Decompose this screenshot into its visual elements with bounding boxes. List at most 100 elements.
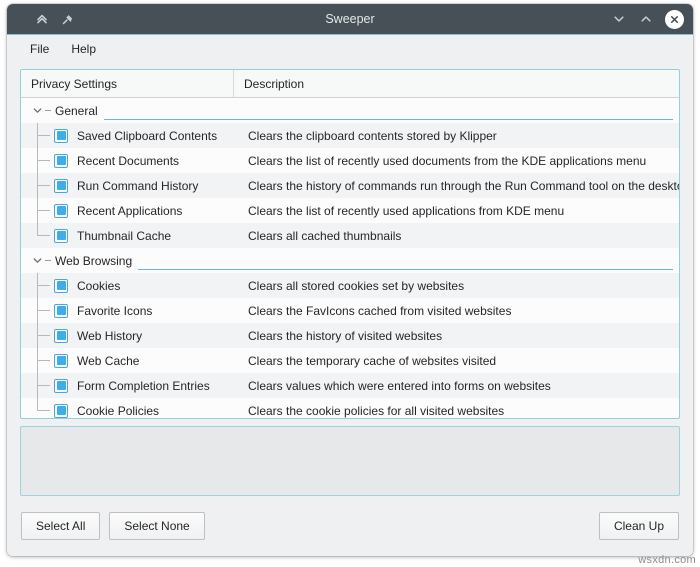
select-all-button[interactable]: Select All [21,512,100,540]
tree-item-row[interactable]: Thumbnail CacheClears all cached thumbna… [21,223,679,248]
tree-indent [21,373,52,398]
item-label: Recent Applications [77,204,247,218]
keep-above-icon[interactable] [34,12,49,27]
menu-help[interactable]: Help [62,39,105,59]
checkbox-check-mark [57,131,66,140]
item-label: Run Command History [77,179,247,193]
tree-group-row[interactable]: Web Browsing [21,248,679,273]
item-description: Clears the FavIcons cached from visited … [247,304,679,318]
tree-item-row[interactable]: Recent ApplicationsClears the list of re… [21,198,679,223]
item-checkbox[interactable] [54,204,68,218]
tree-group-label: Web Browsing [55,254,132,268]
checkbox-check-mark [57,306,66,315]
tree-indent [21,198,52,223]
watermark: wsxdn.com [638,554,696,566]
item-label: Recent Documents [77,154,247,168]
tree-indent [21,298,52,323]
item-checkbox[interactable] [54,354,68,368]
item-label: Cookie Policies [77,404,247,418]
tree-rows: GeneralSaved Clipboard ContentsClears th… [21,98,679,418]
tree-group-row[interactable]: General [21,98,679,123]
item-description: Clears the clipboard contents stored by … [247,129,679,143]
tree-indent [21,398,52,418]
checkbox-check-mark [57,181,66,190]
sweeper-window: Sweeper File Help [7,4,693,556]
titlebar-window-controls [611,4,684,34]
item-checkbox[interactable] [54,404,68,418]
item-checkbox[interactable] [54,279,68,293]
item-label: Web Cache [77,354,247,368]
tree-group-underline [138,269,673,270]
checkbox-check-mark [57,331,66,340]
item-label: Favorite Icons [77,304,247,318]
item-checkbox[interactable] [54,229,68,243]
button-bar: Select All Select None Clean Up [20,496,680,556]
tree-indent [21,348,52,373]
chevron-down-icon[interactable] [30,254,44,268]
item-description: Clears values which were entered into fo… [247,379,679,393]
tree-indent [21,273,52,298]
menu-bar: File Help [7,35,693,62]
clean-up-button[interactable]: Clean Up [599,512,679,540]
tree-header-row: Privacy Settings Description [21,70,679,98]
checkbox-check-mark [57,206,66,215]
menu-file[interactable]: File [21,39,58,59]
minimize-icon[interactable] [611,12,626,27]
tree-item-row[interactable]: Run Command HistoryClears the history of… [21,173,679,198]
item-description: Clears all cached thumbnails [247,229,679,243]
item-label: Form Completion Entries [77,379,247,393]
item-checkbox[interactable] [54,154,68,168]
window-title: Sweeper [7,4,693,34]
chevron-down-icon[interactable] [30,104,44,118]
checkbox-check-mark [57,381,66,390]
tree-item-row[interactable]: Form Completion EntriesClears values whi… [21,373,679,398]
item-description: Clears the history of commands run throu… [247,179,679,193]
item-checkbox[interactable] [54,304,68,318]
item-description: Clears the history of visited websites [247,329,679,343]
select-none-button[interactable]: Select None [109,512,204,540]
item-description: Clears the temporary cache of websites v… [247,354,679,368]
tree-connector [45,260,51,261]
column-header-description[interactable]: Description [234,70,679,97]
checkbox-check-mark [57,231,66,240]
checkbox-check-mark [57,356,66,365]
tree-item-row[interactable]: CookiesClears all stored cookies set by … [21,273,679,298]
tree-indent [21,123,52,148]
item-label: Saved Clipboard Contents [77,129,247,143]
title-bar: Sweeper [7,4,693,35]
tree-item-row[interactable]: Web HistoryClears the history of visited… [21,323,679,348]
info-panel [20,426,680,496]
tree-item-row[interactable]: Cookie PoliciesClears the cookie policie… [21,398,679,418]
tree-item-row[interactable]: Saved Clipboard ContentsClears the clipb… [21,123,679,148]
tree-item-row[interactable]: Web CacheClears the temporary cache of w… [21,348,679,373]
tree-indent [21,323,52,348]
item-checkbox[interactable] [54,179,68,193]
item-description: Clears all stored cookies set by website… [247,279,679,293]
column-header-privacy-settings[interactable]: Privacy Settings [21,70,234,97]
item-label: Cookies [77,279,247,293]
item-checkbox[interactable] [54,329,68,343]
window-body: Privacy Settings Description General Save… [7,62,693,556]
tree-indent [21,223,52,248]
maximize-icon[interactable] [638,12,653,27]
tree-indent [21,148,52,173]
item-description: Clears the list of recently used applica… [247,204,679,218]
tree-group-label: General [55,104,98,118]
close-icon[interactable] [665,10,684,29]
checkbox-check-mark [57,281,66,290]
item-description: Clears the list of recently used documen… [247,154,679,168]
tree-item-row[interactable]: Favorite IconsClears the FavIcons cached… [21,298,679,323]
titlebar-left-controls [7,12,75,27]
privacy-settings-tree[interactable]: Privacy Settings Description General Save… [20,69,680,419]
item-description: Clears the cookie policies for all visit… [247,404,679,418]
tree-group-underline [104,119,673,120]
checkbox-check-mark [57,156,66,165]
item-label: Thumbnail Cache [77,229,247,243]
tree-indent [21,173,52,198]
checkbox-check-mark [57,406,66,415]
tree-connector [45,110,51,111]
item-checkbox[interactable] [54,379,68,393]
tree-item-row[interactable]: Recent DocumentsClears the list of recen… [21,148,679,173]
item-checkbox[interactable] [54,129,68,143]
pin-icon[interactable] [60,12,75,27]
